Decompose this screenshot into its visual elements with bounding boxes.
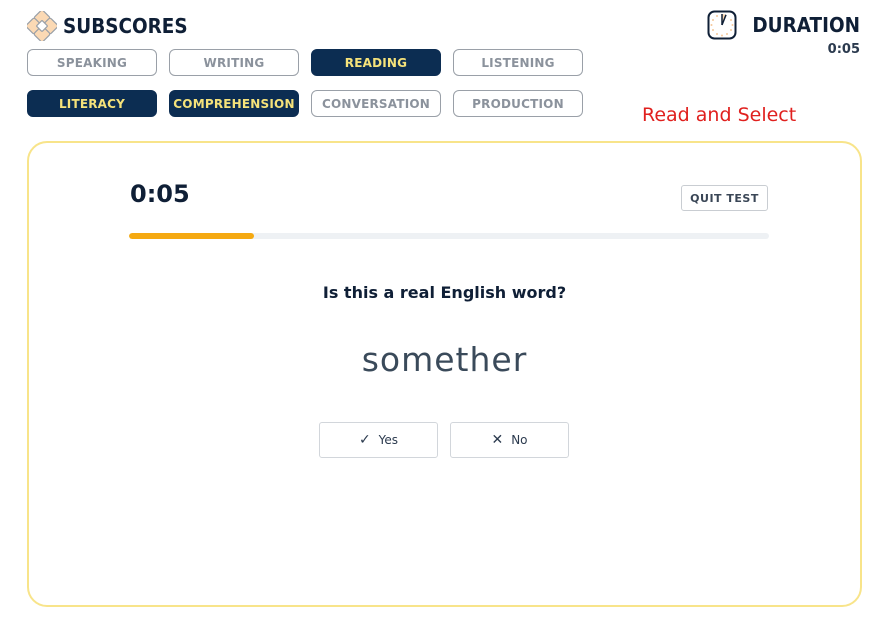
yes-button[interactable]: ✓ Yes (319, 422, 438, 458)
subscore-listening[interactable]: LISTENING (453, 49, 583, 76)
duration: DURATION 0:05 (707, 10, 860, 57)
question-text: Is this a real English word? (322, 283, 567, 302)
progress-fill (129, 233, 254, 239)
subscore-writing[interactable]: WRITING (169, 49, 299, 76)
clock-icon (707, 10, 737, 40)
quit-test-button[interactable]: QUIT TEST (681, 185, 768, 211)
brand: SUBSCORES (27, 11, 198, 41)
duration-time: 0:05 (827, 42, 860, 57)
subscore-production[interactable]: PRODUCTION (453, 90, 583, 117)
subscore-conversation[interactable]: CONVERSATION (311, 90, 441, 117)
test-timer: 0:05 (130, 180, 190, 208)
no-label: No (511, 433, 528, 447)
subscores-logo-icon (27, 11, 57, 41)
question-card: 0:05 QUIT TEST Is this a real English wo… (27, 141, 862, 607)
subscore-literacy[interactable]: LITERACY (27, 90, 157, 117)
brand-title: SUBSCORES (63, 14, 188, 38)
x-icon: ✕ (491, 432, 504, 448)
duration-label: DURATION (752, 13, 860, 37)
subscore-speaking[interactable]: SPEAKING (27, 49, 157, 76)
subscore-reading[interactable]: READING (311, 49, 441, 76)
subscore-comprehension[interactable]: COMPREHENSION (169, 90, 299, 117)
no-button[interactable]: ✕ No (450, 422, 569, 458)
yes-label: Yes (378, 433, 399, 447)
progress-bar (129, 233, 769, 239)
test-word: somether (361, 340, 528, 379)
check-icon: ✓ (358, 432, 371, 448)
instruction-label: Read and Select (642, 104, 797, 126)
